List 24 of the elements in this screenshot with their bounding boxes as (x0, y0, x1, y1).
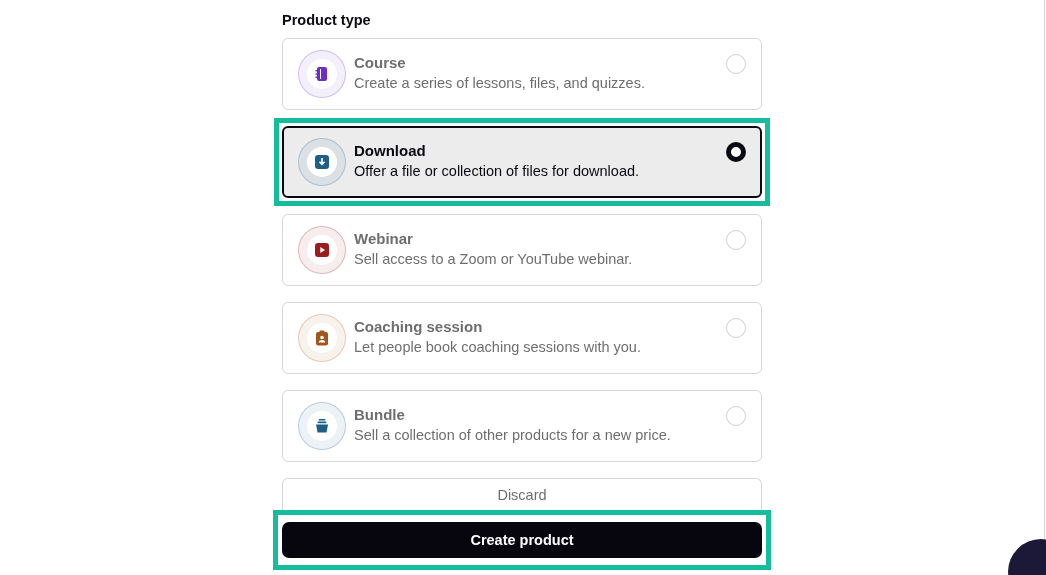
product-type-option[interactable]: Coaching session Let people book coaching sessions with you. (282, 302, 762, 374)
create-product-button[interactable]: Create product (282, 522, 762, 558)
option-title: Coaching session (354, 318, 483, 335)
product-type-option[interactable]: Download Offer a file or collection of files for download. (282, 126, 762, 198)
coaching-icon (314, 330, 330, 346)
option-description: Create a series of lessons, files, and quizzes. (354, 75, 645, 91)
course-icon (314, 66, 330, 82)
download-icon (314, 154, 330, 170)
option-title: Bundle (354, 406, 405, 423)
option-title: Course (354, 54, 406, 71)
bundle-icon (314, 418, 330, 434)
option-title: Download (354, 142, 426, 159)
product-type-option[interactable]: Course Create a series of lessons, files, and quizzes. (282, 38, 762, 110)
option-description: Let people book coaching sessions with you. (354, 339, 641, 355)
radio-button[interactable] (726, 142, 746, 162)
product-type-option[interactable]: Bundle Sell a collection of other products for a new price. (282, 390, 762, 462)
option-description: Sell a collection of other products for a new price. (354, 427, 671, 443)
section-heading: Product type (282, 12, 371, 28)
option-description: Sell access to a Zoom or YouTube webinar. (354, 251, 633, 267)
product-type-option[interactable]: Webinar Sell access to a Zoom or YouTube webinar. (282, 214, 762, 286)
option-title: Webinar (354, 230, 413, 247)
discard-button[interactable]: Discard (282, 478, 762, 510)
option-description: Offer a file or collection of files for download. (354, 163, 640, 179)
webinar-icon (314, 242, 330, 258)
